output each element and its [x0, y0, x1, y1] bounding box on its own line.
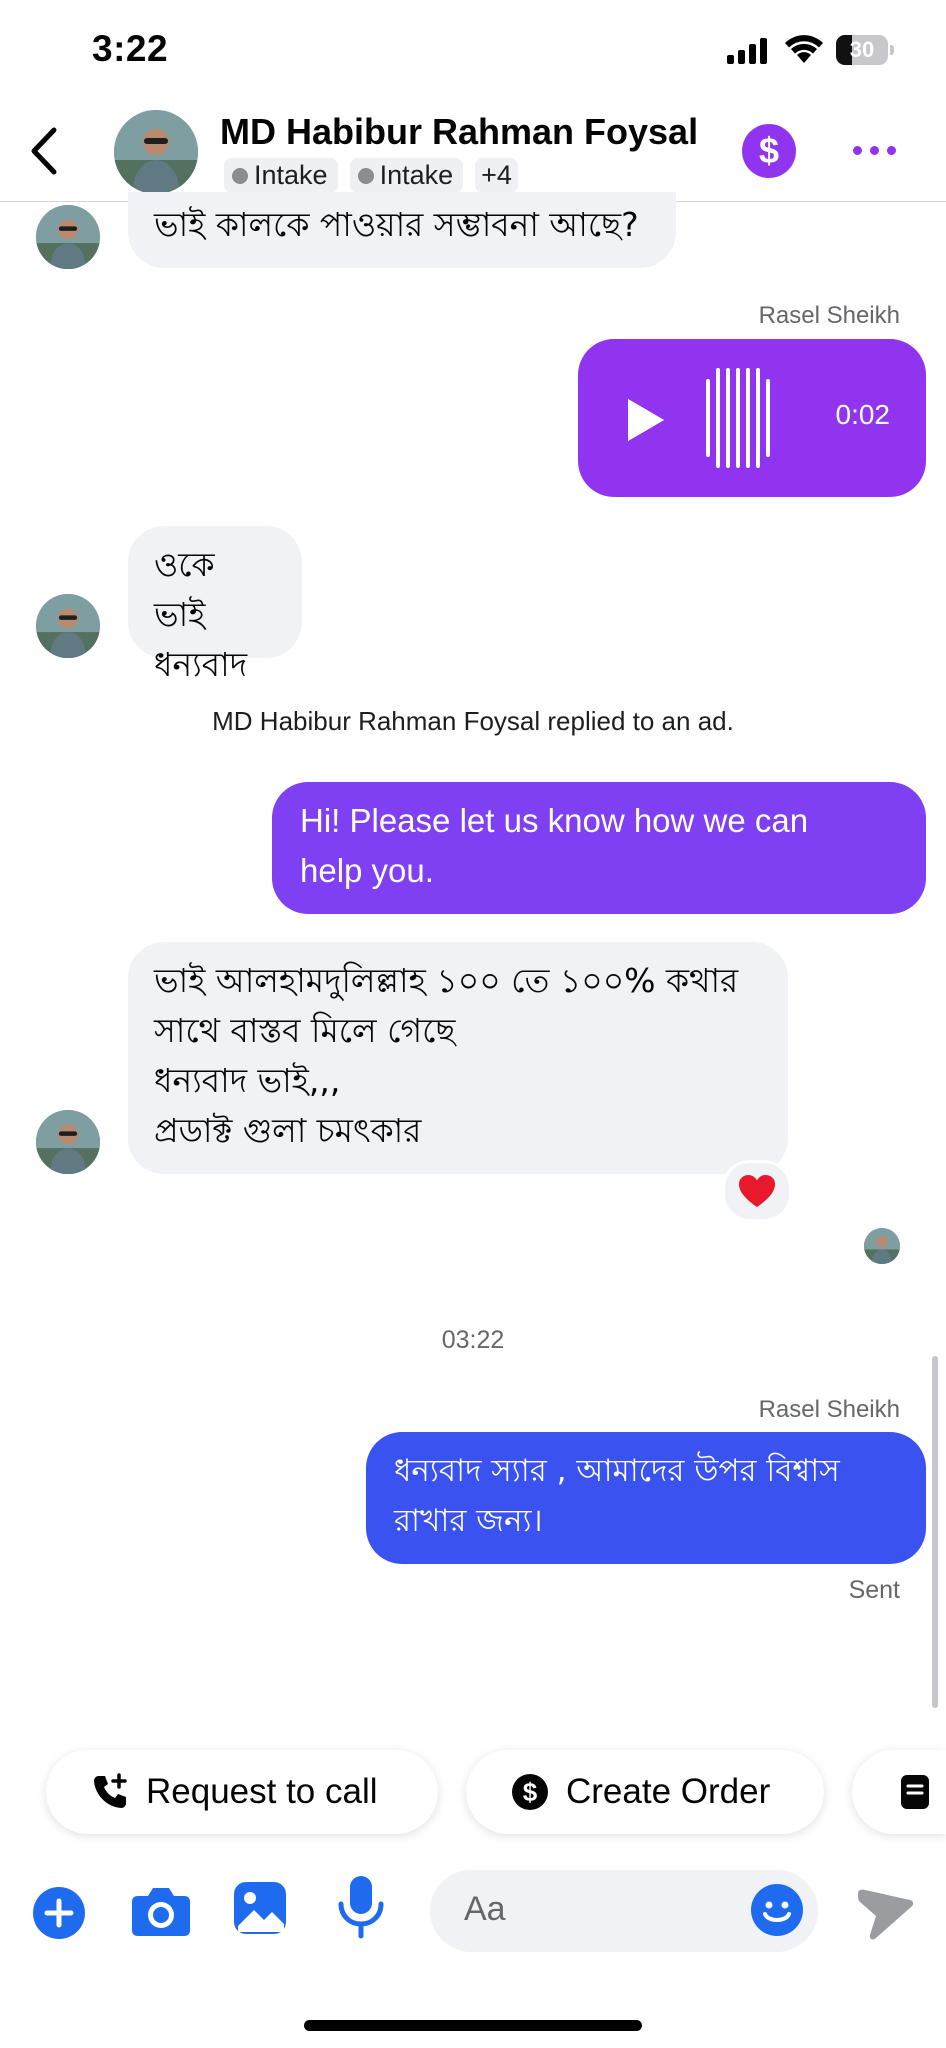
home-indicator — [304, 2020, 642, 2031]
system-notice: MD Habibur Rahman Foysal replied to an a… — [212, 706, 734, 736]
camera-icon[interactable] — [130, 1884, 192, 1938]
tag-label: Intake — [379, 160, 454, 190]
read-receipt-avatar — [864, 1228, 900, 1264]
message-text-line: ধন্যবাদ — [154, 645, 248, 684]
scrollbar[interactable] — [932, 1356, 938, 1708]
phone-add-icon — [90, 1772, 130, 1812]
tag-intake[interactable]: Intake — [349, 158, 464, 193]
request-call-button[interactable]: Request to call — [46, 1750, 438, 1834]
dollar-circle-icon: $ — [510, 1772, 550, 1812]
message-text-line: ধন্যবাদ স্যার , আমাদের উপর বিশ্বাস — [394, 1453, 840, 1489]
microphone-icon[interactable] — [336, 1874, 386, 1940]
incoming-message-bubble[interactable]: ওকে ভাই ধন্যবাদ — [128, 526, 302, 684]
heart-icon — [739, 1175, 775, 1207]
message-text-line: প্রডাক্ট গুলা চমৎকার — [154, 1111, 422, 1150]
outgoing-message-bubble[interactable]: ধন্যবাদ স্যার , আমাদের উপর বিশ্বাস রাখার… — [366, 1432, 926, 1564]
message-input[interactable]: Aa — [430, 1870, 818, 1952]
tag-intake[interactable]: Intake — [224, 158, 338, 193]
message-text-line: help you. — [300, 852, 434, 889]
timestamp: 03:22 — [441, 1326, 505, 1354]
document-icon — [901, 1775, 929, 1809]
play-icon[interactable] — [628, 399, 664, 441]
signal-icon — [727, 38, 767, 64]
more-options-icon[interactable] — [844, 132, 904, 168]
message-text-line: রাখার জন্য। — [394, 1503, 543, 1539]
heart-reaction[interactable] — [722, 1160, 792, 1222]
sender-name-label: Rasel Sheikh — [758, 302, 900, 329]
wifi-icon — [785, 35, 823, 63]
message-text-line: Hi! Please let us know how we can — [300, 802, 809, 839]
waveform-icon — [706, 367, 770, 469]
incoming-message-bubble[interactable]: ভাই আলহামদুলিল্লাহ ১০০ তে ১০০% কথার সাথে… — [128, 942, 788, 1174]
emoji-icon[interactable] — [750, 1883, 804, 1937]
svg-text:$: $ — [523, 1777, 538, 1807]
request-call-label: Request to call — [146, 1772, 378, 1811]
sender-avatar[interactable] — [36, 1110, 100, 1174]
sender-name-label: Rasel Sheikh — [758, 1396, 900, 1423]
send-icon[interactable] — [856, 1888, 914, 1942]
tag-dot-icon — [232, 167, 248, 184]
tag-dot-icon — [357, 167, 374, 184]
contact-tags: Intake Intake +4 — [224, 158, 518, 193]
message-text-line: ওকে ভাই — [154, 545, 215, 634]
sender-avatar[interactable] — [36, 594, 100, 658]
create-order-button[interactable]: $ Create Order — [466, 1750, 824, 1834]
voice-message-bubble[interactable]: 0:02 — [578, 339, 926, 497]
status-time: 3:22 — [92, 28, 169, 69]
payment-dollar-button[interactable]: $ — [742, 124, 796, 178]
message-text-line: সাথে বাস্তব মিলে গেছে — [154, 1011, 456, 1050]
battery-level-text: 30 — [849, 37, 875, 62]
gallery-icon[interactable] — [232, 1880, 288, 1936]
more-quick-action-button[interactable] — [852, 1750, 946, 1834]
tag-label: Intake — [254, 160, 328, 190]
contact-name[interactable]: MD Habibur Rahman Foysal — [220, 111, 698, 153]
plus-icon[interactable] — [32, 1886, 86, 1940]
back-arrow-icon[interactable] — [26, 126, 62, 176]
sender-avatar[interactable] — [36, 205, 100, 269]
outgoing-message-bubble[interactable]: Hi! Please let us know how we can help y… — [272, 782, 926, 914]
message-text-line: ধন্যবাদ ভাই,,, — [154, 1061, 341, 1100]
contact-avatar[interactable] — [114, 110, 198, 194]
message-text: ভাই কালকে পাওয়ার সম্ভাবনা আছে? — [154, 205, 639, 244]
battery-icon: 30 — [836, 35, 896, 65]
message-input-placeholder: Aa — [464, 1890, 506, 1928]
message-text-line: ভাই আলহামদুলিল্লাহ ১০০ তে ১০০% কথার — [154, 961, 739, 1000]
voice-duration: 0:02 — [835, 399, 891, 430]
more-tags-count[interactable]: +4 — [475, 158, 518, 193]
incoming-message-bubble[interactable]: ভাই কালকে পাওয়ার সম্ভাবনা আছে? — [128, 192, 676, 268]
message-status: Sent — [848, 1576, 900, 1604]
create-order-label: Create Order — [566, 1772, 771, 1811]
